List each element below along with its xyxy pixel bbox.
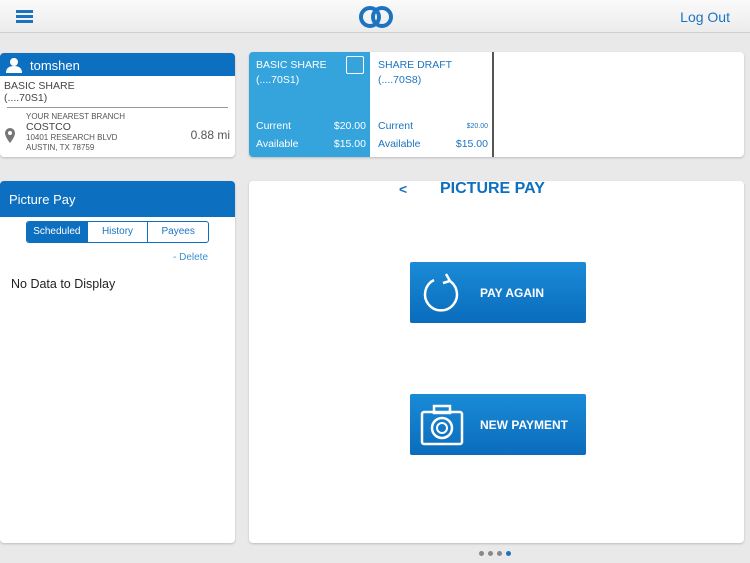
back-button[interactable]: < bbox=[399, 181, 407, 197]
nearest-branch[interactable]: YOUR NEAREST BRANCH COSTCO 10401 RESEARC… bbox=[0, 108, 235, 153]
page-dot[interactable] bbox=[497, 551, 502, 556]
empty-message: No Data to Display bbox=[11, 277, 116, 291]
account-number: (....70S8) bbox=[378, 74, 422, 86]
logo-icon bbox=[359, 6, 393, 28]
camera-icon bbox=[420, 404, 464, 446]
tab-scheduled[interactable]: Scheduled bbox=[27, 222, 87, 242]
picture-pay-panel: Picture Pay Scheduled History Payees - D… bbox=[0, 181, 235, 543]
panel-title: Picture Pay bbox=[0, 181, 235, 217]
page-dot[interactable] bbox=[479, 551, 484, 556]
available-balance: $15.00 bbox=[333, 138, 366, 150]
pay-again-label: PAY AGAIN bbox=[480, 286, 545, 300]
account-number: (....70S1) bbox=[4, 92, 48, 104]
account-name: SHARE DRAFT bbox=[378, 59, 453, 71]
page-dot-active[interactable] bbox=[506, 551, 511, 556]
menu-icon[interactable] bbox=[16, 10, 33, 25]
account-name: BASIC SHARE bbox=[4, 80, 75, 92]
user-card: tomshen BASIC SHARE (....70S1) YOUR NEARE… bbox=[0, 53, 235, 157]
new-payment-label: NEW PAYMENT bbox=[480, 418, 569, 432]
available-balance: $15.00 bbox=[455, 138, 488, 150]
current-label: Current bbox=[256, 120, 292, 132]
user-icon bbox=[6, 58, 22, 73]
main-panel: < PICTURE PAY PAY AGAIN NEW PAYMENT bbox=[249, 180, 744, 543]
logout-button[interactable]: Log Out bbox=[680, 9, 730, 25]
top-bar: Log Out bbox=[0, 0, 750, 33]
user-header: tomshen bbox=[0, 53, 235, 76]
current-balance: $20.00 bbox=[333, 120, 366, 132]
new-payment-button[interactable]: NEW PAYMENT bbox=[410, 394, 586, 455]
available-label: Available bbox=[256, 138, 299, 150]
available-label: Available bbox=[378, 138, 421, 150]
username: tomshen bbox=[30, 58, 80, 73]
current-label: Current bbox=[378, 120, 414, 132]
account-tile-basic-share[interactable]: BASIC SHARE (....70S1) Current $20.00 Ava… bbox=[249, 52, 370, 157]
delete-link[interactable]: - Delete bbox=[0, 243, 235, 263]
account-number: (....70S1) bbox=[256, 74, 300, 86]
tab-history[interactable]: History bbox=[86, 222, 148, 242]
settings-sliders-icon[interactable] bbox=[346, 56, 364, 74]
page-dot[interactable] bbox=[488, 551, 493, 556]
segmented-control: Scheduled History Payees bbox=[26, 221, 209, 243]
current-balance: $20.00 bbox=[466, 123, 488, 130]
location-pin-icon bbox=[5, 128, 15, 143]
refresh-icon bbox=[423, 273, 459, 312]
pay-again-button[interactable]: PAY AGAIN bbox=[410, 262, 586, 323]
tab-payees[interactable]: Payees bbox=[147, 222, 208, 242]
page-indicator[interactable] bbox=[479, 551, 511, 556]
branch-address-2: AUSTIN, TX 78759 bbox=[26, 143, 95, 152]
page-title: PICTURE PAY bbox=[440, 180, 545, 197]
accounts-strip: BASIC SHARE (....70S1) Current $20.00 Ava… bbox=[249, 52, 744, 157]
branch-distance: 0.88 mi bbox=[190, 128, 230, 142]
account-tile-share-draft[interactable]: SHARE DRAFT (....70S8) Current $20.00 Ava… bbox=[371, 52, 494, 157]
